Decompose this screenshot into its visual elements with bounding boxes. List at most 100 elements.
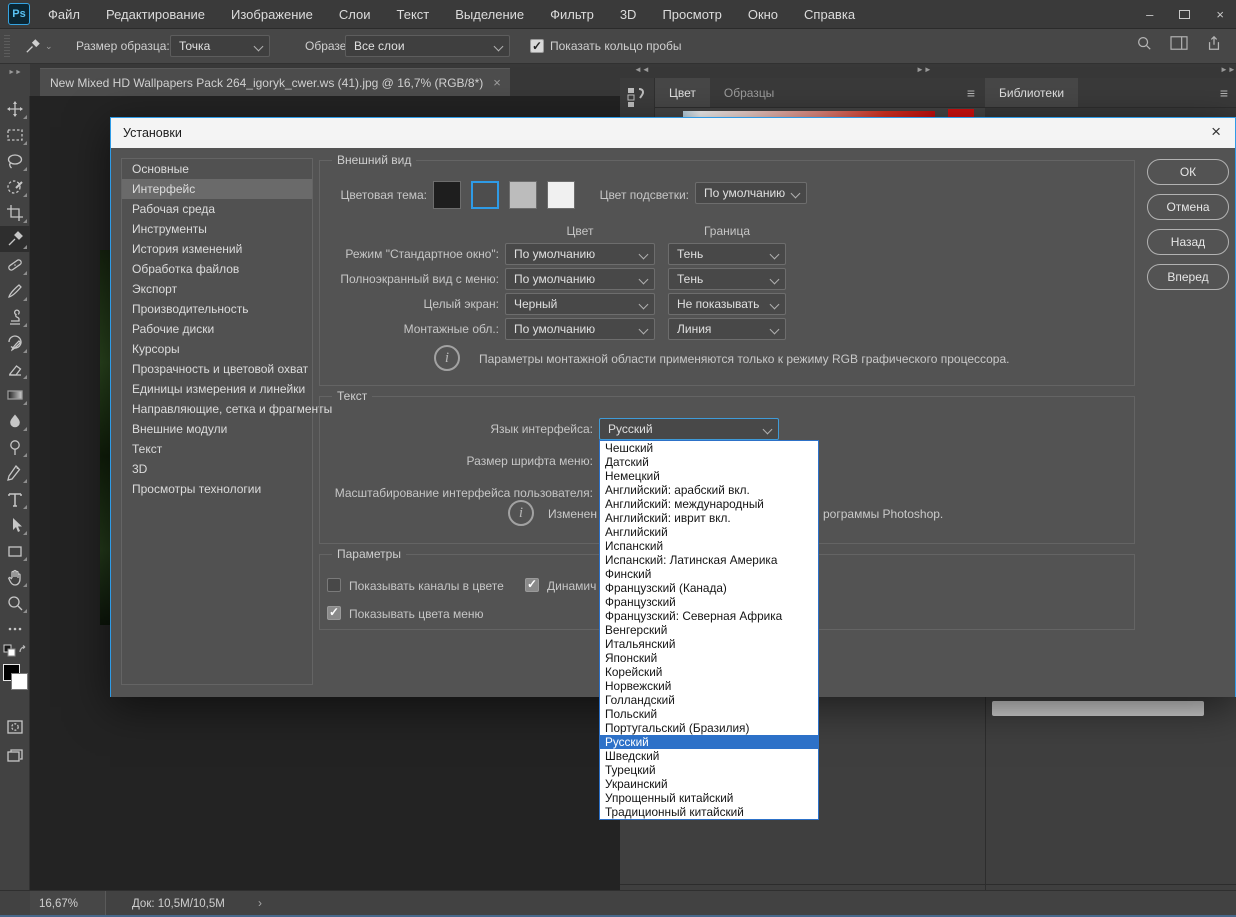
ui-language-option[interactable]: Французский	[600, 595, 818, 609]
preferences-category-item[interactable]: Внешние модули	[122, 419, 312, 439]
path-selection-tool-icon[interactable]	[0, 512, 30, 538]
quick-mask-icon[interactable]	[0, 714, 30, 740]
menu-item[interactable]: Изображение	[231, 7, 313, 22]
dialog-titlebar[interactable]: Установки ×	[111, 118, 1235, 148]
document-close-icon[interactable]: ×	[493, 75, 501, 90]
highlight-color-select[interactable]: По умолчанию	[695, 182, 807, 204]
dialog-close-icon[interactable]: ×	[1211, 122, 1221, 142]
cancel-button[interactable]: Отмена	[1147, 194, 1229, 220]
tab-libraries[interactable]: Библиотеки	[985, 78, 1078, 107]
preferences-category-item[interactable]: История изменений	[122, 239, 312, 259]
dodge-tool-icon[interactable]	[0, 434, 30, 460]
ui-language-option[interactable]: Польский	[600, 707, 818, 721]
clone-stamp-tool-icon[interactable]	[0, 304, 30, 330]
expand-panels-icon[interactable]: ►►	[916, 65, 932, 74]
ui-language-option[interactable]: Турецкий	[600, 763, 818, 777]
close-window-button[interactable]: ×	[1216, 7, 1224, 22]
ui-language-option[interactable]: Английский: иврит вкл.	[600, 511, 818, 525]
dynamic-sliders-checkbox[interactable]	[525, 578, 539, 592]
workspace-switcher-icon[interactable]	[1170, 35, 1188, 51]
ui-language-option[interactable]: Норвежский	[600, 679, 818, 693]
collapsed-panel-icon[interactable]	[627, 86, 647, 110]
menu-item[interactable]: Окно	[748, 7, 778, 22]
show-channels-in-color-checkbox[interactable]	[327, 578, 341, 592]
theme-swatch-lightest[interactable]	[547, 181, 575, 209]
ui-language-option[interactable]: Английский	[600, 525, 818, 539]
collapse-panels-icon[interactable]: ◄◄	[634, 65, 650, 74]
document-tab[interactable]: New Mixed HD Wallpapers Pack 264_igoryk_…	[40, 68, 510, 96]
appearance-border-select[interactable]: Линия	[668, 318, 786, 340]
preferences-category-item[interactable]: Направляющие, сетка и фрагменты	[122, 399, 312, 419]
theme-swatch-light[interactable]	[509, 181, 537, 209]
appearance-color-select[interactable]: По умолчанию	[505, 268, 655, 290]
libraries-search-field[interactable]	[992, 701, 1204, 716]
default-swap-colors-icon[interactable]	[0, 642, 30, 658]
tool-preset-caret-icon[interactable]: ⌄	[45, 41, 53, 52]
ui-language-option[interactable]: Португальский (Бразилия)	[600, 721, 818, 735]
hand-tool-icon[interactable]	[0, 564, 30, 590]
menu-item[interactable]: Текст	[397, 7, 430, 22]
menu-item[interactable]: Файл	[48, 7, 80, 22]
sample-select[interactable]: Все слои	[345, 35, 510, 57]
ui-language-option[interactable]: Украинский	[600, 777, 818, 791]
pen-tool-icon[interactable]	[0, 460, 30, 486]
ui-language-option[interactable]: Венгерский	[600, 623, 818, 637]
color-panel-menu-icon[interactable]: ≡	[967, 85, 975, 101]
ui-language-option[interactable]: Немецкий	[600, 469, 818, 483]
appearance-color-select[interactable]: По умолчанию	[505, 318, 655, 340]
tab-swatches[interactable]: Образцы	[710, 78, 788, 107]
preferences-category-item[interactable]: Экспорт	[122, 279, 312, 299]
type-tool-icon[interactable]	[0, 486, 30, 512]
preferences-category-item[interactable]: Текст	[122, 439, 312, 459]
ui-language-select[interactable]: Русский	[599, 418, 779, 440]
marquee-tool-icon[interactable]	[0, 122, 30, 148]
crop-tool-icon[interactable]	[0, 200, 30, 226]
eyedropper-tool-icon[interactable]	[0, 226, 30, 252]
foreground-background-swatches[interactable]	[0, 662, 30, 708]
ui-language-option[interactable]: Испанский: Латинская Америка	[600, 553, 818, 567]
menu-item[interactable]: Справка	[804, 7, 855, 22]
menu-item[interactable]: 3D	[620, 7, 637, 22]
blur-tool-icon[interactable]	[0, 408, 30, 434]
screen-mode-icon[interactable]	[0, 744, 30, 770]
appearance-color-select[interactable]: Черный	[505, 293, 655, 315]
rectangle-tool-icon[interactable]	[0, 538, 30, 564]
appearance-border-select[interactable]: Не показывать	[668, 293, 786, 315]
history-brush-tool-icon[interactable]	[0, 330, 30, 356]
preferences-category-item[interactable]: Обработка файлов	[122, 259, 312, 279]
ui-language-option[interactable]: Корейский	[600, 665, 818, 679]
minimize-button[interactable]: –	[1146, 7, 1153, 22]
show-sample-ring-checkbox[interactable]	[530, 39, 544, 53]
ui-language-option[interactable]: Английский: международный	[600, 497, 818, 511]
healing-brush-tool-icon[interactable]	[0, 252, 30, 278]
share-icon[interactable]	[1206, 35, 1222, 51]
ui-language-option[interactable]: Финский	[600, 567, 818, 581]
ui-language-option[interactable]: Традиционный китайский	[600, 805, 818, 819]
ui-language-option[interactable]: Итальянский	[600, 637, 818, 651]
libraries-panel-menu-icon[interactable]: ≡	[1220, 85, 1228, 101]
move-tool-icon[interactable]	[0, 96, 30, 122]
lasso-tool-icon[interactable]	[0, 148, 30, 174]
preferences-category-item[interactable]: Просмотры технологии	[122, 479, 312, 499]
theme-swatch-darkest[interactable]	[433, 181, 461, 209]
ui-language-option[interactable]: Упрощенный китайский	[600, 791, 818, 805]
status-options-chevron-icon[interactable]: ›	[258, 896, 262, 910]
ui-language-option[interactable]: Французский: Северная Африка	[600, 609, 818, 623]
preferences-category-item[interactable]: Производительность	[122, 299, 312, 319]
preferences-category-item[interactable]: Единицы измерения и линейки	[122, 379, 312, 399]
preferences-category-item[interactable]: Курсоры	[122, 339, 312, 359]
brush-tool-icon[interactable]	[0, 278, 30, 304]
ok-button[interactable]: ОК	[1147, 159, 1229, 185]
search-icon[interactable]	[1136, 35, 1152, 51]
maximize-button[interactable]	[1179, 10, 1190, 19]
ui-language-option[interactable]: Датский	[600, 455, 818, 469]
eraser-tool-icon[interactable]	[0, 356, 30, 382]
preferences-category-item[interactable]: Интерфейс	[122, 179, 312, 199]
preferences-category-item[interactable]: Рабочие диски	[122, 319, 312, 339]
zoom-tool-icon[interactable]	[0, 590, 30, 616]
background-color-swatch[interactable]	[11, 673, 28, 690]
ui-language-option[interactable]: Чешский	[600, 441, 818, 455]
appearance-color-select[interactable]: По умолчанию	[505, 243, 655, 265]
expand-panels-icon-2[interactable]: ►►	[1220, 65, 1236, 74]
forward-button[interactable]: Вперед	[1147, 264, 1229, 290]
